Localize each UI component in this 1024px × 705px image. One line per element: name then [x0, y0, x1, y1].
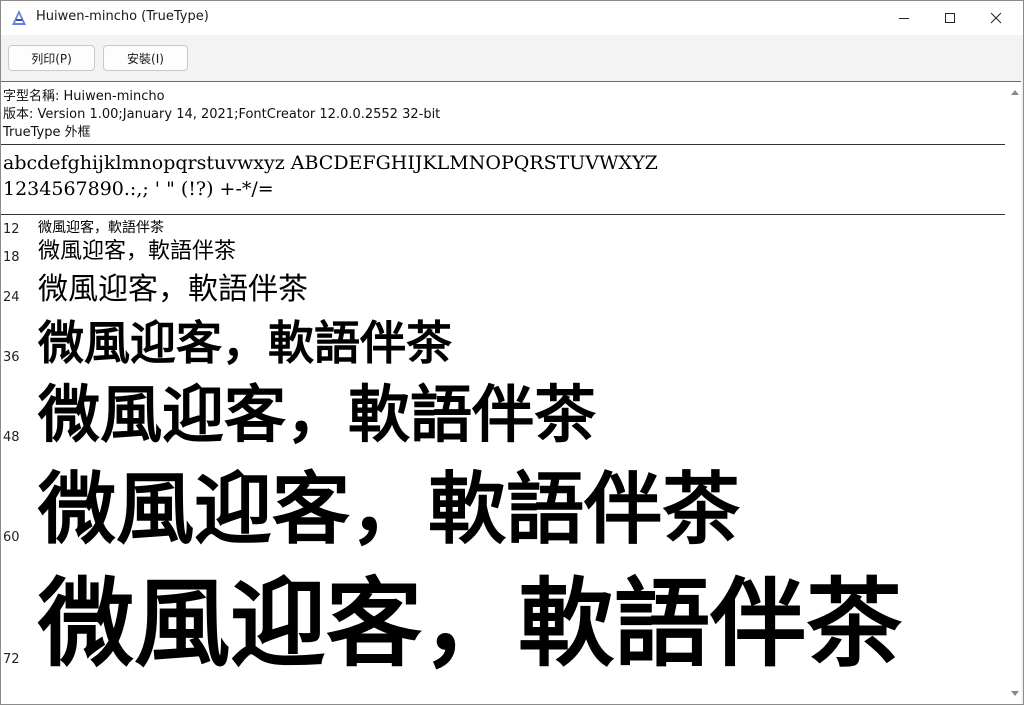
size-sample-18: 微風迎客，軟語伴茶	[38, 239, 237, 264]
print-button[interactable]: 列印(P)	[8, 45, 95, 71]
size-label-36: 36	[3, 350, 20, 365]
close-icon	[990, 12, 1002, 24]
size-sample-36: 微風迎客，軟語伴茶	[38, 316, 452, 370]
size-label-72: 72	[3, 652, 20, 667]
size-sample-60: 微風迎客，軟語伴茶	[38, 464, 741, 555]
minimize-button[interactable]	[881, 1, 927, 35]
scroll-down-icon[interactable]	[1011, 691, 1019, 696]
font-name-info: 字型名稱: Huiwen-mincho	[3, 89, 165, 104]
size-sample-48: 微風迎客，軟語伴茶	[38, 378, 597, 451]
title-bar[interactable]: Huiwen-mincho (TrueType)	[1, 1, 1023, 35]
install-button[interactable]: 安裝(I)	[103, 45, 188, 71]
font-preview-area[interactable]: 字型名稱: Huiwen-mincho 版本: Version 1.00;Jan…	[1, 81, 1021, 704]
size-sample-12: 微風迎客，軟語伴茶	[38, 220, 164, 236]
minimize-icon	[899, 18, 909, 19]
size-sample-72: 微風迎客，軟語伴茶	[38, 567, 902, 680]
alphabet-sample: abcdefghijklmnopqrstuvwxyz ABCDEFGHIJKLM…	[3, 152, 658, 174]
divider	[1, 144, 1005, 145]
toolbar: 列印(P) 安裝(I)	[1, 35, 1023, 80]
size-label-60: 60	[3, 530, 20, 545]
window-title: Huiwen-mincho (TrueType)	[36, 9, 209, 24]
version-info: 版本: Version 1.00;January 14, 2021;FontCr…	[3, 107, 441, 122]
vertical-scrollbar[interactable]	[1007, 82, 1021, 704]
size-label-24: 24	[3, 290, 20, 305]
font-viewer-icon	[10, 9, 28, 27]
font-viewer-window: Huiwen-mincho (TrueType) 列印(P) 安裝(I) 字型名…	[0, 0, 1024, 705]
size-label-18: 18	[3, 250, 20, 265]
divider	[1, 214, 1005, 215]
size-sample-24: 微風迎客，軟語伴茶	[38, 272, 308, 307]
maximize-button[interactable]	[927, 1, 973, 35]
size-label-12: 12	[3, 222, 20, 237]
outline-info: TrueType 外框	[3, 125, 91, 140]
digits-sample: 1234567890.:,; ' " (!?) +-*/=	[3, 178, 274, 200]
maximize-icon	[945, 13, 955, 23]
size-label-48: 48	[3, 430, 20, 445]
close-button[interactable]	[973, 1, 1019, 35]
scroll-up-icon[interactable]	[1011, 90, 1019, 95]
